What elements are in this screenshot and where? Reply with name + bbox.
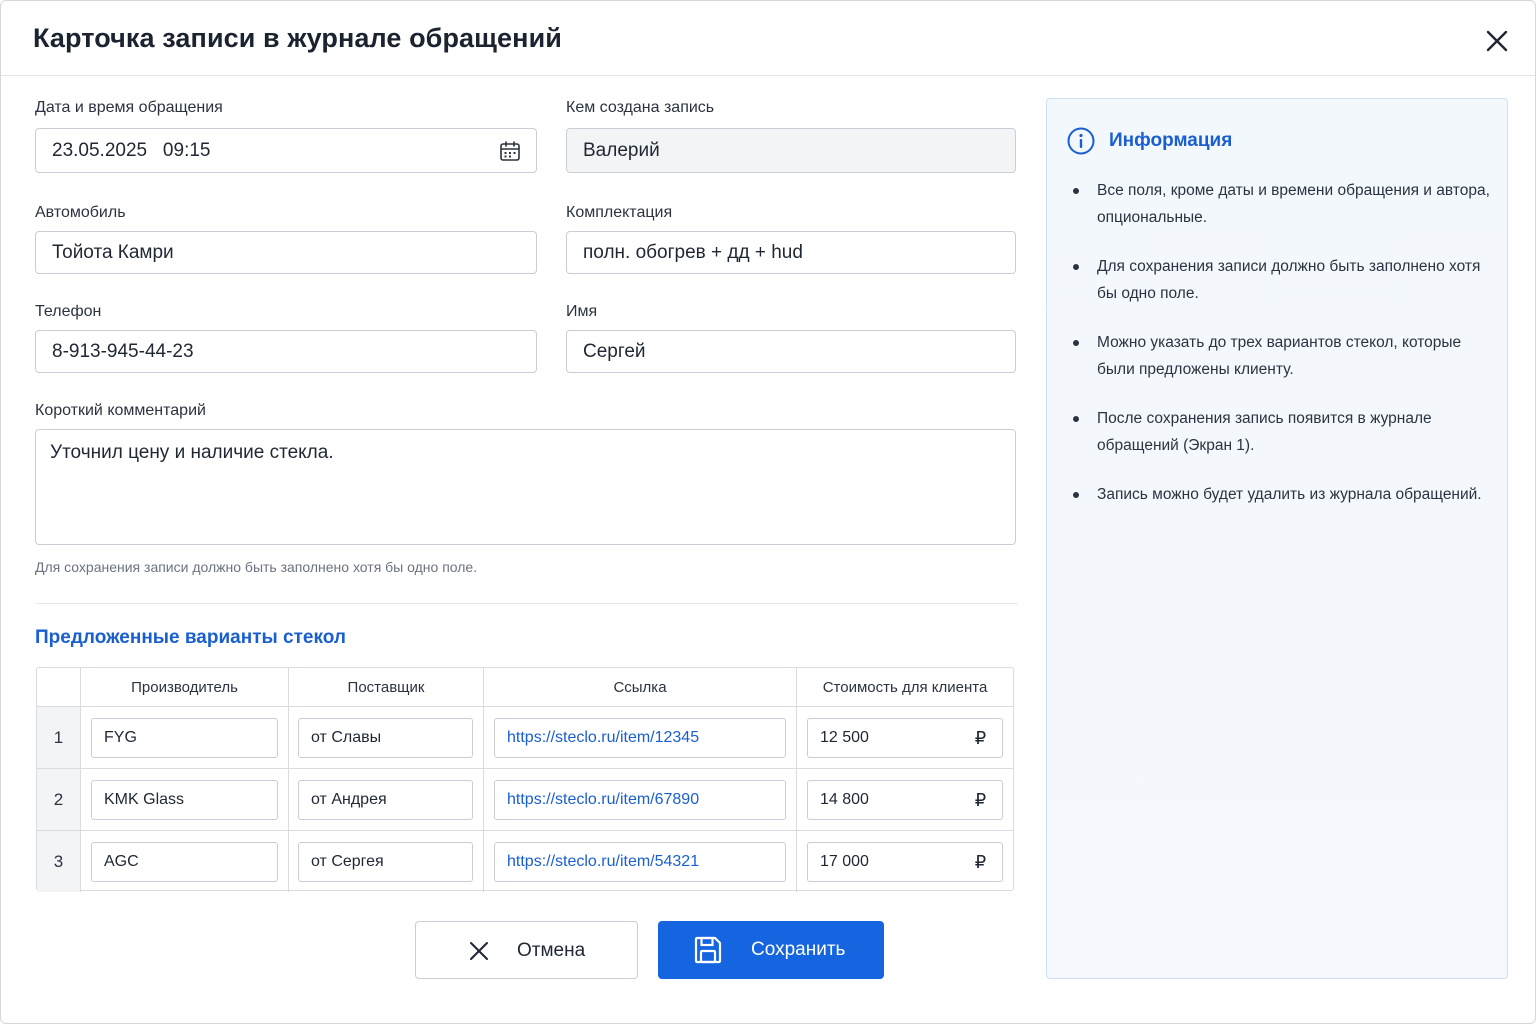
glass-options-table: Производитель Поставщик Ссылка Стоимость… [36,667,1014,892]
link-input[interactable]: https://steclo.ru/item/67890 [494,780,786,820]
car-field[interactable]: Тойота Камри [35,231,537,274]
save-disk-icon [694,936,722,964]
bullet [1073,416,1079,422]
car-value: Тойота Камри [52,241,174,263]
bullet [1073,188,1079,194]
maker-input[interactable]: AGC [91,842,278,882]
car-label: Автомобиль [35,204,126,221]
column-divider [483,769,484,830]
datetime-label: Дата и время обращения [35,99,223,116]
info-item-text: После сохранения запись появится в журна… [1097,410,1432,454]
dialog-title: Карточка записи в журнале обращений [33,23,562,53]
info-item: Можно указать до трех вариантов стекол, … [1071,329,1491,383]
save-button[interactable]: Сохранить [658,921,884,979]
comment-textarea[interactable]: Уточнил цену и наличие стекла. [35,429,1016,545]
cancel-button[interactable]: Отмена [415,921,638,979]
maker-input[interactable]: FYG [91,718,278,758]
supplier-input[interactable]: от Андрея [298,780,473,820]
maker-input[interactable]: KMK Glass [91,780,278,820]
info-item-text: Все поля, кроме даты и времени обращения… [1097,182,1490,226]
column-divider [288,707,289,768]
form-hint: Для сохранения записи должно быть заполн… [35,559,478,575]
trim-field[interactable]: полн. обогрев + дд + hud [566,231,1016,274]
info-item: Запись можно будет удалить из журнала об… [1071,481,1491,508]
table-row: 2 KMK Glass от Андрея https://steclo.ru/… [37,768,1013,830]
created-by-value: Валерий [583,139,660,161]
info-title: Информация [1109,130,1233,151]
info-list: Все поля, кроме даты и времени обращения… [1071,177,1491,530]
currency-addon: ₽ [959,842,1003,882]
comment-value: Уточнил цену и наличие стекла. [50,442,334,463]
table-row: 1 FYG от Славы https://steclo.ru/item/12… [37,706,1013,768]
dialog-header: Карточка записи в журнале обращений [1,1,1535,76]
column-divider [796,707,797,768]
close-icon [1486,30,1508,52]
table-header-num [37,668,81,706]
currency-addon: ₽ [959,780,1003,820]
price-input[interactable]: 17 000 [807,842,960,882]
info-item: После сохранения запись появится в журна… [1071,405,1491,459]
section-divider [35,603,1017,604]
column-divider [483,707,484,768]
name-value: Сергей [583,340,646,362]
table-row: 3 AGC от Сергея https://steclo.ru/item/5… [37,830,1013,892]
info-item: Все поля, кроме даты и времени обращения… [1071,177,1491,231]
link-input[interactable]: https://steclo.ru/item/12345 [494,718,786,758]
glass-section-title: Предложенные варианты стекол [35,627,346,648]
column-divider [288,769,289,830]
price-input[interactable]: 14 800 [807,780,960,820]
calendar-icon[interactable] [499,140,521,162]
bullet [1073,492,1079,498]
created-by-field: Валерий [566,128,1016,173]
table-header-supplier: Поставщик [289,668,484,706]
name-label: Имя [566,303,598,320]
link-input[interactable]: https://steclo.ru/item/54321 [494,842,786,882]
column-divider [288,831,289,892]
phone-value: 8-913-945-44-23 [52,340,194,362]
cancel-label: Отмена [517,940,586,961]
supplier-input[interactable]: от Славы [298,718,473,758]
column-divider [796,769,797,830]
info-item-text: Запись можно будет удалить из журнала об… [1097,486,1482,503]
info-item-text: Для сохранения записи должно быть заполн… [1097,258,1481,302]
column-divider [483,831,484,892]
trim-label: Комплектация [566,204,673,221]
record-card-dialog: Карточка записи в журнале обращений Дата… [0,0,1536,1024]
close-button[interactable] [1481,25,1513,57]
created-by-label: Кем создана запись [566,99,715,116]
table-header-price: Стоимость для клиента [822,678,988,696]
info-panel: Информация Все поля, кроме даты и времен… [1046,98,1508,979]
info-icon [1067,127,1095,155]
phone-label: Телефон [35,303,102,320]
save-label: Сохранить [751,939,846,960]
supplier-input[interactable]: от Сергея [298,842,473,882]
table-header-maker: Производитель [81,668,289,706]
bullet [1073,264,1079,270]
row-number: 3 [37,831,81,892]
row-number: 1 [37,707,81,768]
info-item-text: Можно указать до трех вариантов стекол, … [1097,334,1462,378]
table-header-link: Ссылка [484,668,797,706]
bullet [1073,340,1079,346]
cancel-x-icon [470,942,488,960]
datetime-field[interactable]: 23.05.2025 09:15 [35,128,537,173]
name-field[interactable]: Сергей [566,330,1016,373]
comment-label: Короткий комментарий [35,402,206,419]
currency-addon: ₽ [959,718,1003,758]
column-divider [796,831,797,892]
info-item: Для сохранения записи должно быть заполн… [1071,253,1491,307]
phone-field[interactable]: 8-913-945-44-23 [35,330,537,373]
row-number: 2 [37,769,81,830]
datetime-value: 23.05.2025 09:15 [52,139,211,161]
price-input[interactable]: 12 500 [807,718,960,758]
trim-value: полн. обогрев + дд + hud [583,241,803,263]
